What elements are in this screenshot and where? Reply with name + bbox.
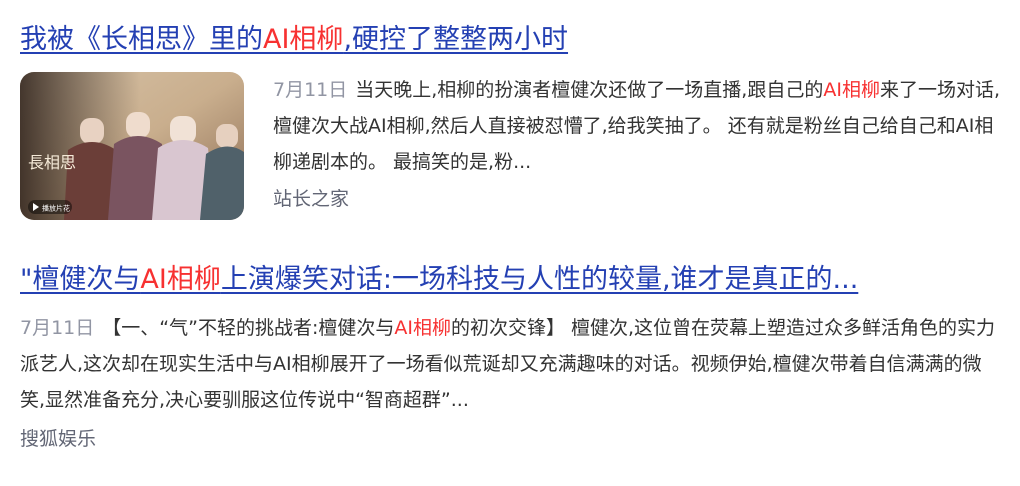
search-result: "檀健次与AI相柳上演爆笑对话:一场科技与人性的较量,谁才是真正的... 7月1…: [20, 258, 1000, 454]
title-text: "檀健次与: [20, 264, 141, 295]
result-title-link[interactable]: "檀健次与AI相柳上演爆笑对话:一场科技与人性的较量,谁才是真正的...: [20, 258, 1000, 302]
abstract-text: 当天晚上,相柳的扮演者檀健次还做了一场直播,跟自己的: [355, 79, 824, 101]
search-results: 我被《长相思》里的AI相柳,硬控了整整两小时 長相思 播放片花 7月11日 当天…: [0, 0, 1020, 486]
abstract-highlight: AI相柳: [823, 79, 880, 101]
result-abstract: 7月11日 【一、“气”不轻的挑战者:檀健次与AI相柳的初次交锋】 檀健次,这位曾…: [20, 310, 1000, 418]
thumbnail-logo: 長相思: [28, 153, 76, 172]
abstract-text: 【一、“气”不轻的挑战者:檀健次与: [102, 317, 395, 339]
result-body: 長相思 播放片花 7月11日 当天晚上,相柳的扮演者檀健次还做了一场直播,跟自己的…: [20, 72, 1000, 220]
title-text: 上演爆笑对话:一场科技与人性的较量,谁才是真正的...: [220, 264, 859, 295]
abstract-highlight: AI相柳: [394, 317, 451, 339]
title-highlight: AI相柳: [140, 264, 221, 295]
title-text: ,硬控了整整两小时: [343, 24, 569, 55]
result-date: 7月11日: [20, 317, 95, 339]
result-abstract: 7月11日 当天晚上,相柳的扮演者檀健次还做了一场直播,跟自己的AI相柳来了一场对…: [273, 72, 1000, 180]
result-thumbnail[interactable]: 長相思 播放片花: [20, 72, 244, 220]
result-date: 7月11日: [273, 79, 348, 101]
play-button-label: 播放片花: [42, 204, 70, 213]
result-source[interactable]: 搜狐娱乐: [20, 424, 1000, 454]
title-highlight: AI相柳: [263, 24, 344, 55]
result-title-link[interactable]: 我被《长相思》里的AI相柳,硬控了整整两小时: [20, 18, 1000, 62]
result-source[interactable]: 站长之家: [273, 184, 1000, 214]
title-text: 我被《长相思》里的: [20, 24, 263, 55]
search-result: 我被《长相思》里的AI相柳,硬控了整整两小时 長相思 播放片花 7月11日 当天…: [20, 18, 1000, 220]
result-content: 7月11日 当天晚上,相柳的扮演者檀健次还做了一场直播,跟自己的AI相柳来了一场对…: [273, 72, 1000, 220]
